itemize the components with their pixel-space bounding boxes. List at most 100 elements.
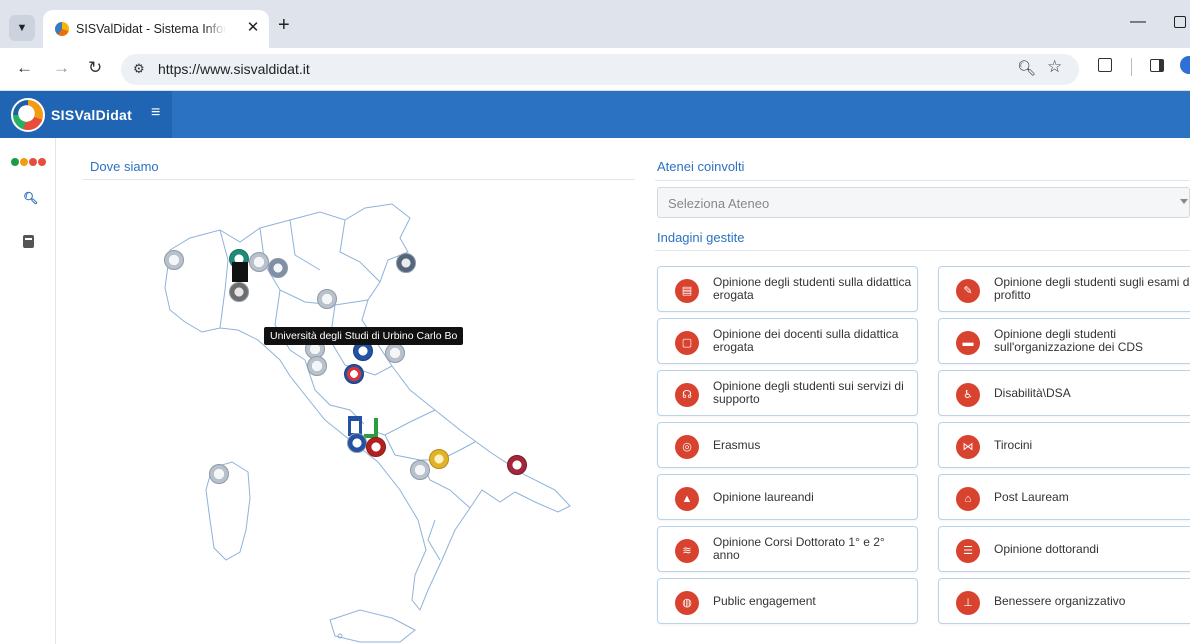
university-pin[interactable]: [366, 437, 386, 457]
university-pin[interactable]: [307, 356, 327, 376]
url-text[interactable]: https://www.sisvaldidat.it: [158, 61, 310, 77]
survey-card-cds-organization[interactable]: ▬ Opinione degli studenti sull'organizza…: [938, 318, 1190, 364]
map-tooltip: Università degli Studi di Urbino Carlo B…: [264, 327, 464, 345]
chevron-down-icon[interactable]: [1180, 199, 1188, 204]
survey-card-label: Disabilità\DSA: [994, 385, 1071, 400]
survey-card-wellbeing[interactable]: ⊥ Benessere organizzativo: [938, 578, 1190, 624]
zoom-icon[interactable]: 🔍︎: [1017, 59, 1036, 77]
survey-card-label: Opinione laureandi: [713, 489, 814, 504]
university-pin[interactable]: [410, 460, 430, 480]
survey-card-label: Public engagement: [713, 593, 816, 608]
survey-card-label: Opinione degli studenti sugli esami di p…: [994, 275, 1190, 302]
site-info-icon[interactable]: ⚙: [133, 61, 145, 77]
network-icon: ⋈: [956, 435, 980, 459]
toolbar-divider: [1131, 58, 1132, 76]
red-dot-icon-2: [38, 158, 46, 166]
survey-card-students-exams[interactable]: ✎ Opinione degli studenti sugli esami di…: [938, 266, 1190, 312]
sisvaldidat-logo-icon: [11, 98, 45, 132]
survey-card-teachers-teaching[interactable]: ▢ Opinione dei docenti sulla didattica e…: [657, 318, 918, 364]
color-dots-logo[interactable]: [11, 154, 47, 169]
survey-card-phd-students[interactable]: ☰ Opinione dottorandi: [938, 526, 1190, 572]
survey-card-label: Opinione degli studenti sull'organizzazi…: [994, 327, 1144, 354]
survey-card-label: Post Lauream: [994, 489, 1069, 504]
tab-close-icon[interactable]: ✕: [244, 19, 262, 37]
university-pin[interactable]: [385, 343, 405, 363]
brand[interactable]: SISValDidat ≡: [0, 91, 172, 138]
orange-dot-icon: [20, 158, 28, 166]
forward-arrow-icon[interactable]: →: [53, 58, 70, 78]
red-dot-icon: [29, 158, 37, 166]
university-pin-square[interactable]: [364, 418, 378, 438]
minimize-icon[interactable]: —: [1130, 13, 1146, 31]
document-icon: ☰: [956, 539, 980, 563]
survey-card-support-services[interactable]: ☊ Opinione degli studenti sui servizi di…: [657, 370, 918, 416]
app-header: SISValDidat ≡: [0, 91, 1190, 138]
survey-card-label: Opinione dei docenti sulla didattica ero…: [713, 327, 899, 354]
survey-card-label: Tirocini: [994, 437, 1033, 452]
university-pin[interactable]: [268, 258, 288, 278]
bookmark-star-icon[interactable]: ☆: [1047, 57, 1062, 77]
browser-toolbar: ← → ↻ ⚙ https://www.sisvaldidat.it 🔍︎ ☆: [0, 48, 1190, 91]
survey-card-post-lauream[interactable]: ⌂ Post Lauream: [938, 474, 1190, 520]
survey-card-label: Benessere organizzativo: [994, 593, 1126, 608]
university-pin[interactable]: [396, 253, 416, 273]
university-pin[interactable]: [317, 289, 337, 309]
section-title-where: Dove siamo: [90, 159, 159, 174]
green-dot-icon: [11, 158, 19, 166]
wheelchair-icon: ♿: [956, 383, 980, 407]
divider: [83, 179, 635, 180]
survey-card-label: Erasmus: [713, 437, 761, 452]
tab-title: SISValDidat - Sistema Informativo: [76, 22, 226, 36]
left-sidebar: 🔍︎: [0, 138, 56, 644]
chalkboard-icon: ▤: [675, 279, 699, 303]
divider: [655, 250, 1190, 251]
university-pin-square[interactable]: [232, 262, 248, 282]
layers-icon: ≋: [675, 539, 699, 563]
reload-icon[interactable]: ↻: [88, 58, 102, 78]
book-icon: ▬: [956, 331, 980, 355]
university-pin[interactable]: [429, 449, 449, 469]
survey-card-phd-courses[interactable]: ≋ Opinione Corsi Dottorato 1° e 2° anno: [657, 526, 918, 572]
menu-toggle-icon[interactable]: ≡: [151, 104, 160, 122]
university-pin[interactable]: [229, 282, 249, 302]
headset-icon: ☊: [675, 383, 699, 407]
search-icon[interactable]: 🔍︎: [23, 191, 38, 205]
globe-icon: ◎: [675, 435, 699, 459]
survey-card-label: Opinione dottorandi: [994, 541, 1099, 556]
browser-tab[interactable]: SISValDidat - Sistema Informativo ✕: [43, 10, 269, 48]
survey-card-label: Opinione degli studenti sulla didattica …: [713, 275, 912, 302]
user-edit-icon: ✎: [956, 279, 980, 303]
building-icon: ⌂: [956, 487, 980, 511]
survey-card-label: Opinione degli studenti sui servizi di s…: [713, 379, 904, 406]
university-pin[interactable]: [344, 364, 364, 384]
section-title-universities: Atenei coinvolti: [657, 159, 745, 174]
restore-window-icon[interactable]: [1174, 16, 1186, 28]
survey-card-graduating[interactable]: ▲ Opinione laureandi: [657, 474, 918, 520]
section-title-surveys: Indagini gestite: [657, 230, 745, 245]
divider: [655, 180, 1190, 181]
side-panel-icon[interactable]: [1150, 59, 1164, 72]
university-pin[interactable]: [164, 250, 184, 270]
university-pin[interactable]: [507, 455, 527, 475]
survey-card-students-teaching[interactable]: ▤ Opinione degli studenti sulla didattic…: [657, 266, 918, 312]
university-pin[interactable]: [347, 433, 367, 453]
address-bar[interactable]: ⚙ https://www.sisvaldidat.it 🔍︎ ☆: [121, 54, 1079, 85]
university-pin[interactable]: [209, 464, 229, 484]
survey-card-internships[interactable]: ⋈ Tirocini: [938, 422, 1190, 468]
book-icon[interactable]: [23, 235, 34, 248]
survey-card-public-engagement[interactable]: ◍ Public engagement: [657, 578, 918, 624]
university-select-placeholder: Seleziona Ateneo: [668, 196, 770, 211]
university-pin[interactable]: [249, 252, 269, 272]
graduation-cap-icon: ▲: [675, 487, 699, 511]
survey-card-disability[interactable]: ♿ Disabilità\DSA: [938, 370, 1190, 416]
survey-card-erasmus[interactable]: ◎ Erasmus: [657, 422, 918, 468]
tab-search-chevron-down-icon[interactable]: ▼: [9, 15, 35, 41]
org-chart-icon: ⊥: [956, 591, 980, 615]
brand-name: SISValDidat: [51, 107, 133, 123]
site-favicon-icon: [55, 22, 69, 36]
university-select[interactable]: Seleziona Ateneo: [657, 187, 1190, 218]
new-tab-icon[interactable]: +: [278, 15, 290, 35]
back-arrow-icon[interactable]: ←: [16, 58, 33, 78]
extensions-icon[interactable]: [1098, 58, 1112, 72]
browser-tab-bar: ▼ SISValDidat - Sistema Informativo ✕ + …: [0, 0, 1190, 48]
